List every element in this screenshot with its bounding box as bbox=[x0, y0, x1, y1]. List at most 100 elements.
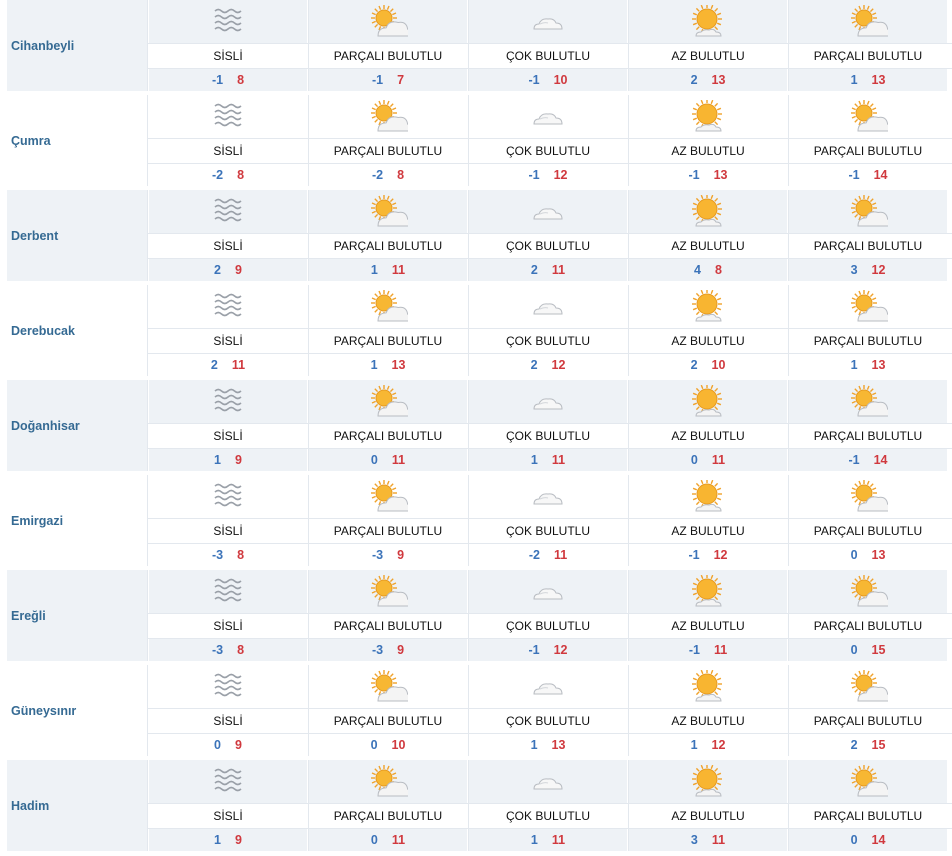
column-divider bbox=[468, 95, 469, 186]
condition-label: ÇOK BULUTLU bbox=[505, 48, 591, 63]
min-temperature: -1 bbox=[688, 547, 700, 562]
min-temperature: 3 bbox=[850, 262, 858, 277]
mostly-cloudy-icon bbox=[469, 760, 627, 803]
temperature-range: 0 11 bbox=[629, 448, 787, 471]
column-divider bbox=[628, 285, 629, 376]
condition-label: SİSLİ bbox=[213, 428, 243, 443]
mostly-sunny-icon bbox=[629, 665, 787, 708]
max-temperature: 11 bbox=[391, 262, 406, 277]
temperature-range: -1 7 bbox=[309, 68, 467, 91]
partly-cloudy-icon bbox=[789, 665, 947, 708]
city-name[interactable]: Derbent bbox=[7, 190, 148, 281]
min-temperature: 1 bbox=[850, 357, 858, 372]
fog-icon bbox=[149, 285, 307, 328]
city-name[interactable]: Hadim bbox=[7, 760, 148, 851]
max-temperature: 8 bbox=[237, 167, 245, 182]
temperature-range: 2 11 bbox=[149, 353, 307, 376]
min-temperature: 0 bbox=[370, 832, 378, 847]
day-forecast: PARÇALI BULUTLU 0 15 bbox=[789, 570, 947, 661]
column-divider bbox=[628, 665, 629, 756]
day-forecast: AZ BULUTLU -1 11 bbox=[629, 570, 787, 661]
city-name[interactable]: Cihanbeyli bbox=[7, 0, 148, 91]
temperature-range: -1 14 bbox=[789, 448, 947, 471]
day-forecast: PARÇALI BULUTLU -2 8 bbox=[309, 95, 467, 186]
temperature-range: -1 12 bbox=[629, 543, 787, 566]
condition-label: ÇOK BULUTLU bbox=[505, 523, 591, 538]
condition-label: SİSLİ bbox=[213, 618, 243, 633]
max-temperature: 8 bbox=[397, 167, 405, 182]
city-name[interactable]: Emirgazi bbox=[7, 475, 148, 566]
day-forecast: SİSLİ -3 8 bbox=[149, 570, 307, 661]
row-divider bbox=[148, 68, 952, 69]
temperature-range: 3 12 bbox=[789, 258, 947, 281]
day-forecast: PARÇALI BULUTLU 0 13 bbox=[789, 475, 947, 566]
day-forecast: ÇOK BULUTLU -1 12 bbox=[469, 95, 627, 186]
day-forecast: PARÇALI BULUTLU -1 14 bbox=[789, 380, 947, 471]
partly-cloudy-icon bbox=[309, 475, 467, 518]
min-temperature: 2 bbox=[530, 262, 538, 277]
partly-cloudy-icon bbox=[309, 0, 467, 43]
day-forecast: AZ BULUTLU 1 12 bbox=[629, 665, 787, 756]
city-name[interactable]: Çumra bbox=[7, 95, 148, 186]
min-temperature: 4 bbox=[694, 262, 701, 277]
row-divider bbox=[148, 423, 952, 424]
column-divider bbox=[308, 190, 309, 281]
temperature-range: 0 15 bbox=[789, 638, 947, 661]
max-temperature: 13 bbox=[871, 547, 886, 562]
column-divider bbox=[788, 380, 789, 471]
condition-label: PARÇALI BULUTLU bbox=[333, 713, 443, 728]
day-forecast: SİSLİ 1 9 bbox=[149, 760, 307, 851]
partly-cloudy-icon bbox=[309, 285, 467, 328]
condition-label: PARÇALI BULUTLU bbox=[333, 523, 443, 538]
mostly-sunny-icon bbox=[629, 95, 787, 138]
condition-label: SİSLİ bbox=[213, 713, 243, 728]
min-temperature: 2 bbox=[690, 72, 698, 87]
max-temperature: 8 bbox=[715, 262, 722, 277]
temperature-range: 2 9 bbox=[149, 258, 307, 281]
partly-cloudy-icon bbox=[789, 380, 947, 423]
partly-cloudy-icon bbox=[309, 570, 467, 613]
column-divider bbox=[628, 95, 629, 186]
mostly-sunny-icon bbox=[629, 0, 787, 43]
column-divider bbox=[788, 570, 789, 661]
condition-label: ÇOK BULUTLU bbox=[505, 238, 591, 253]
max-temperature: 13 bbox=[551, 737, 566, 752]
city-name[interactable]: Derebucak bbox=[7, 285, 148, 376]
mostly-sunny-icon bbox=[629, 190, 787, 233]
mostly-cloudy-icon bbox=[469, 570, 627, 613]
row-divider bbox=[148, 353, 952, 354]
condition-label: PARÇALI BULUTLU bbox=[813, 618, 923, 633]
day-forecast: ÇOK BULUTLU 1 11 bbox=[469, 760, 627, 851]
temperature-range: -3 9 bbox=[309, 638, 467, 661]
temperature-range: -2 11 bbox=[469, 543, 627, 566]
condition-label: AZ BULUTLU bbox=[671, 618, 745, 633]
city-name[interactable]: Ereğli bbox=[7, 570, 148, 661]
max-temperature: 11 bbox=[553, 547, 568, 562]
column-divider bbox=[468, 570, 469, 661]
city-row: Derebucak SİSLİ 2 11 PARÇALI BULUTLU 1 1… bbox=[0, 285, 952, 380]
day-forecast: SİSLİ 2 11 bbox=[149, 285, 307, 376]
temperature-range: -1 8 bbox=[149, 68, 307, 91]
min-temperature: -3 bbox=[211, 547, 224, 562]
condition-label: AZ BULUTLU bbox=[671, 143, 745, 158]
column-divider bbox=[308, 760, 309, 851]
min-temperature: 1 bbox=[214, 832, 221, 847]
min-temperature: -3 bbox=[371, 642, 384, 657]
condition-label: PARÇALI BULUTLU bbox=[813, 808, 923, 823]
condition-label: PARÇALI BULUTLU bbox=[333, 808, 443, 823]
condition-label: ÇOK BULUTLU bbox=[505, 143, 591, 158]
temperature-range: 2 10 bbox=[629, 353, 787, 376]
column-divider bbox=[468, 285, 469, 376]
row-divider bbox=[148, 448, 952, 449]
temperature-range: 1 13 bbox=[789, 353, 947, 376]
max-temperature: 13 bbox=[871, 72, 886, 87]
condition-label: SİSLİ bbox=[213, 48, 243, 63]
partly-cloudy-icon bbox=[309, 380, 467, 423]
city-name[interactable]: Güneysınır bbox=[7, 665, 148, 756]
column-divider bbox=[308, 95, 309, 186]
day-forecast: AZ BULUTLU 3 11 bbox=[629, 760, 787, 851]
condition-label: AZ BULUTLU bbox=[671, 48, 745, 63]
condition-label: PARÇALI BULUTLU bbox=[333, 428, 443, 443]
day-forecast: ÇOK BULUTLU 2 12 bbox=[469, 285, 627, 376]
city-name[interactable]: Doğanhisar bbox=[7, 380, 148, 471]
